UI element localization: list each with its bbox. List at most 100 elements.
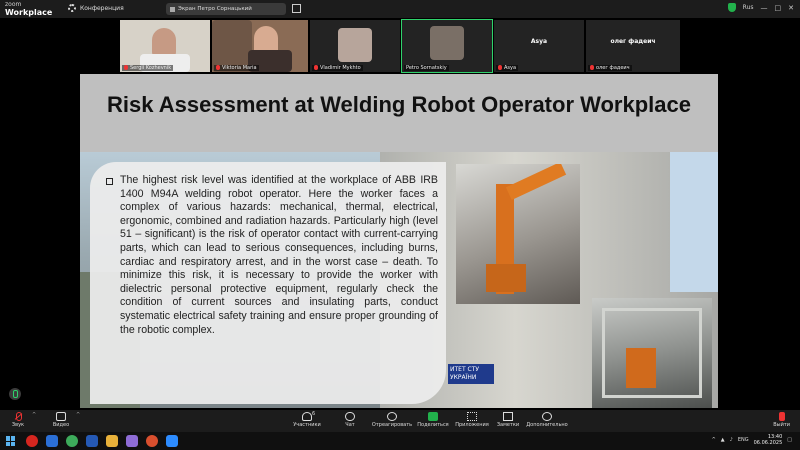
notes-label: Заметки <box>496 422 520 428</box>
maximize-icon[interactable]: □ <box>775 4 782 12</box>
screen-share-indicator[interactable]: Экран Петро Сорнацький <box>166 3 286 15</box>
shared-screen-slide: Risk Assessment at Welding Robot Operato… <box>80 74 718 408</box>
slide-body: The highest risk level was identified at… <box>80 152 718 408</box>
audio-button[interactable]: Звук <box>6 412 30 428</box>
notes-icon <box>503 412 513 421</box>
participants-label: Участники <box>293 422 321 428</box>
title-bar-right: Rus — □ ✕ <box>727 3 794 12</box>
file-explorer-icon[interactable] <box>106 435 118 447</box>
opera-icon[interactable] <box>26 435 38 447</box>
video-options-caret-icon[interactable]: ^ <box>76 412 80 418</box>
share-label: Поделиться <box>417 422 449 428</box>
conference-menu[interactable]: Конференция <box>68 4 124 12</box>
participants-count: 6 <box>312 411 316 417</box>
language-indicator[interactable]: ENG <box>738 437 749 443</box>
more-label: Дополнительно <box>526 422 568 428</box>
conference-label: Конференция <box>80 4 124 12</box>
muted-mic-icon <box>590 65 594 70</box>
volume-icon[interactable]: ♪ <box>730 437 733 443</box>
participant-gallery: Sergii Kozhevnik Viktoria Maria Vladimir… <box>120 19 680 73</box>
windows-start-icon[interactable] <box>6 436 16 446</box>
robot-base <box>486 264 526 292</box>
apps-icon <box>467 412 477 421</box>
muted-mic-icon <box>216 65 220 70</box>
share-screen-icon <box>428 412 438 421</box>
teams-icon[interactable] <box>46 435 58 447</box>
participant-name: Sergii Kozhevnik <box>122 65 174 71</box>
participant-name: Petro Sornatskiy <box>404 65 449 71</box>
camera-icon <box>56 412 66 421</box>
participant-tile[interactable]: Sergii Kozhevnik <box>120 20 210 72</box>
leave-icon <box>778 412 785 421</box>
muted-mic-icon <box>13 412 23 421</box>
muted-mic-icon <box>314 65 318 70</box>
speaker-label: Экран Петро Сорнацький <box>178 6 252 12</box>
participant-name: Viktoria Maria <box>214 65 259 71</box>
participants-icon <box>302 412 312 421</box>
meeting-toolbar: Звук ^ Видео ^ Участники 6 Чат Отреагиро… <box>0 410 800 432</box>
robot-arm <box>505 164 567 201</box>
chat-label: Чат <box>345 422 355 428</box>
participant-tile[interactable]: Viktoria Maria <box>212 20 308 72</box>
video-label: Видео <box>52 422 70 428</box>
system-tray: ^ ▲ ♪ ENG 13:40 06.06.2025 □ <box>712 434 792 446</box>
network-icon[interactable]: ▲ <box>721 437 725 443</box>
participant-video <box>338 28 372 62</box>
sky-background <box>670 152 718 292</box>
gear-icon <box>68 4 76 12</box>
notes-button[interactable]: Заметки <box>494 412 522 428</box>
audio-options-caret-icon[interactable]: ^ <box>32 412 36 418</box>
notifications-icon[interactable]: □ <box>787 437 792 443</box>
apps-button[interactable]: Приложения <box>452 412 492 428</box>
participant-name: Asya <box>496 65 519 71</box>
logo-line2: Workplace <box>5 8 53 17</box>
more-options-icon <box>542 412 552 421</box>
robotic-cell-photo <box>592 298 712 408</box>
participant-center-name: олег фадеич <box>610 38 656 45</box>
building-sign: ИТЕТ СТУ УКРАЇНИ <box>448 364 494 384</box>
close-icon[interactable]: ✕ <box>788 4 794 12</box>
clock-date: 06.06.2025 <box>753 440 783 446</box>
apps-label: Приложения <box>455 422 489 428</box>
zoom-title-bar: zoom Workplace Конференция Экран Петро С… <box>0 0 800 18</box>
chat-button[interactable]: Чат <box>338 412 362 428</box>
leave-label: Выйти <box>773 422 790 428</box>
video-button[interactable]: Видео <box>48 412 74 428</box>
share-button[interactable]: Поделиться <box>416 412 450 428</box>
zoom-taskbar-icon[interactable] <box>166 435 178 447</box>
chat-icon <box>345 412 355 421</box>
floating-mic-icon[interactable] <box>9 388 21 400</box>
security-shield-icon[interactable] <box>727 3 736 12</box>
slide-text-panel: The highest risk level was identified at… <box>90 162 446 404</box>
language-label[interactable]: Rus <box>743 4 754 11</box>
word-icon[interactable] <box>86 435 98 447</box>
view-grid-icon[interactable] <box>292 4 301 13</box>
slide-body-text: The highest risk level was identified at… <box>120 174 438 336</box>
participant-tile[interactable]: олег фадеич олег фадеич <box>586 20 680 72</box>
leave-button[interactable]: Выйти <box>773 412 790 428</box>
tray-chevron-icon[interactable]: ^ <box>712 437 716 443</box>
participant-center-name: Asya <box>530 38 548 45</box>
react-label: Отреагировать <box>371 422 413 428</box>
slide-header: Risk Assessment at Welding Robot Operato… <box>80 74 718 152</box>
zoom-workplace-logo: zoom Workplace <box>5 1 52 17</box>
emoji-react-icon <box>387 412 397 421</box>
minimize-icon[interactable]: — <box>761 4 768 12</box>
muted-mic-icon <box>124 65 128 70</box>
app-icon[interactable] <box>146 435 158 447</box>
chrome-icon[interactable] <box>66 435 78 447</box>
participant-tile-active-speaker[interactable]: Petro Sornatskiy <box>401 19 493 73</box>
app-icon[interactable] <box>126 435 138 447</box>
audio-label: Звук <box>11 422 25 428</box>
participant-name: Vladimir Mykhto <box>312 65 363 71</box>
participant-tile[interactable]: Asya Asya <box>494 20 584 72</box>
muted-mic-icon <box>498 65 502 70</box>
participant-name: олег фадеич <box>588 65 632 71</box>
robot-arm <box>626 348 656 388</box>
more-button[interactable]: Дополнительно <box>524 412 570 428</box>
screen-icon <box>170 6 175 12</box>
participant-tile[interactable]: Vladimir Mykhto <box>310 20 400 72</box>
clock[interactable]: 13:40 06.06.2025 <box>754 434 783 446</box>
participants-button[interactable]: Участники <box>288 412 326 428</box>
react-button[interactable]: Отреагировать <box>370 412 414 428</box>
